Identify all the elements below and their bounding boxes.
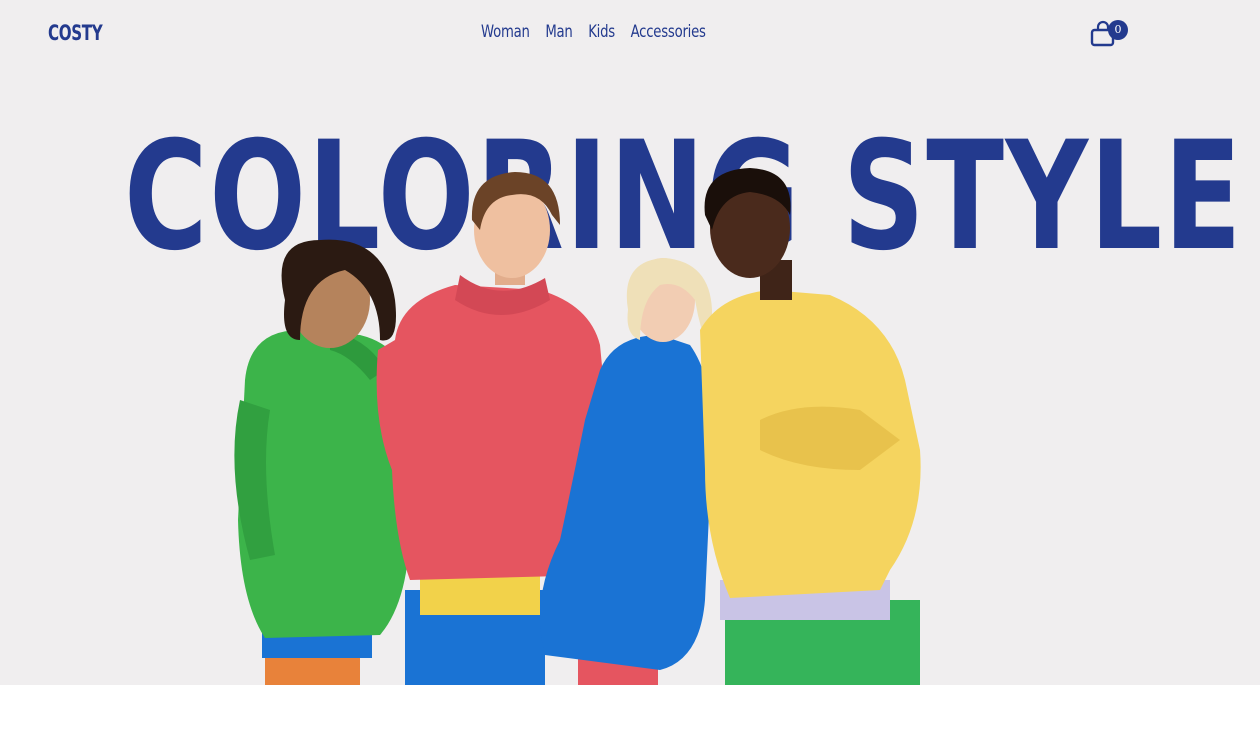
model-green-hoodie [234,239,410,685]
hero-section: COSTY Woman Man Kids Accessories 0 COLOR… [0,0,1260,685]
hero-models-image [234,168,921,685]
model-yellow-hoodie [700,168,921,685]
